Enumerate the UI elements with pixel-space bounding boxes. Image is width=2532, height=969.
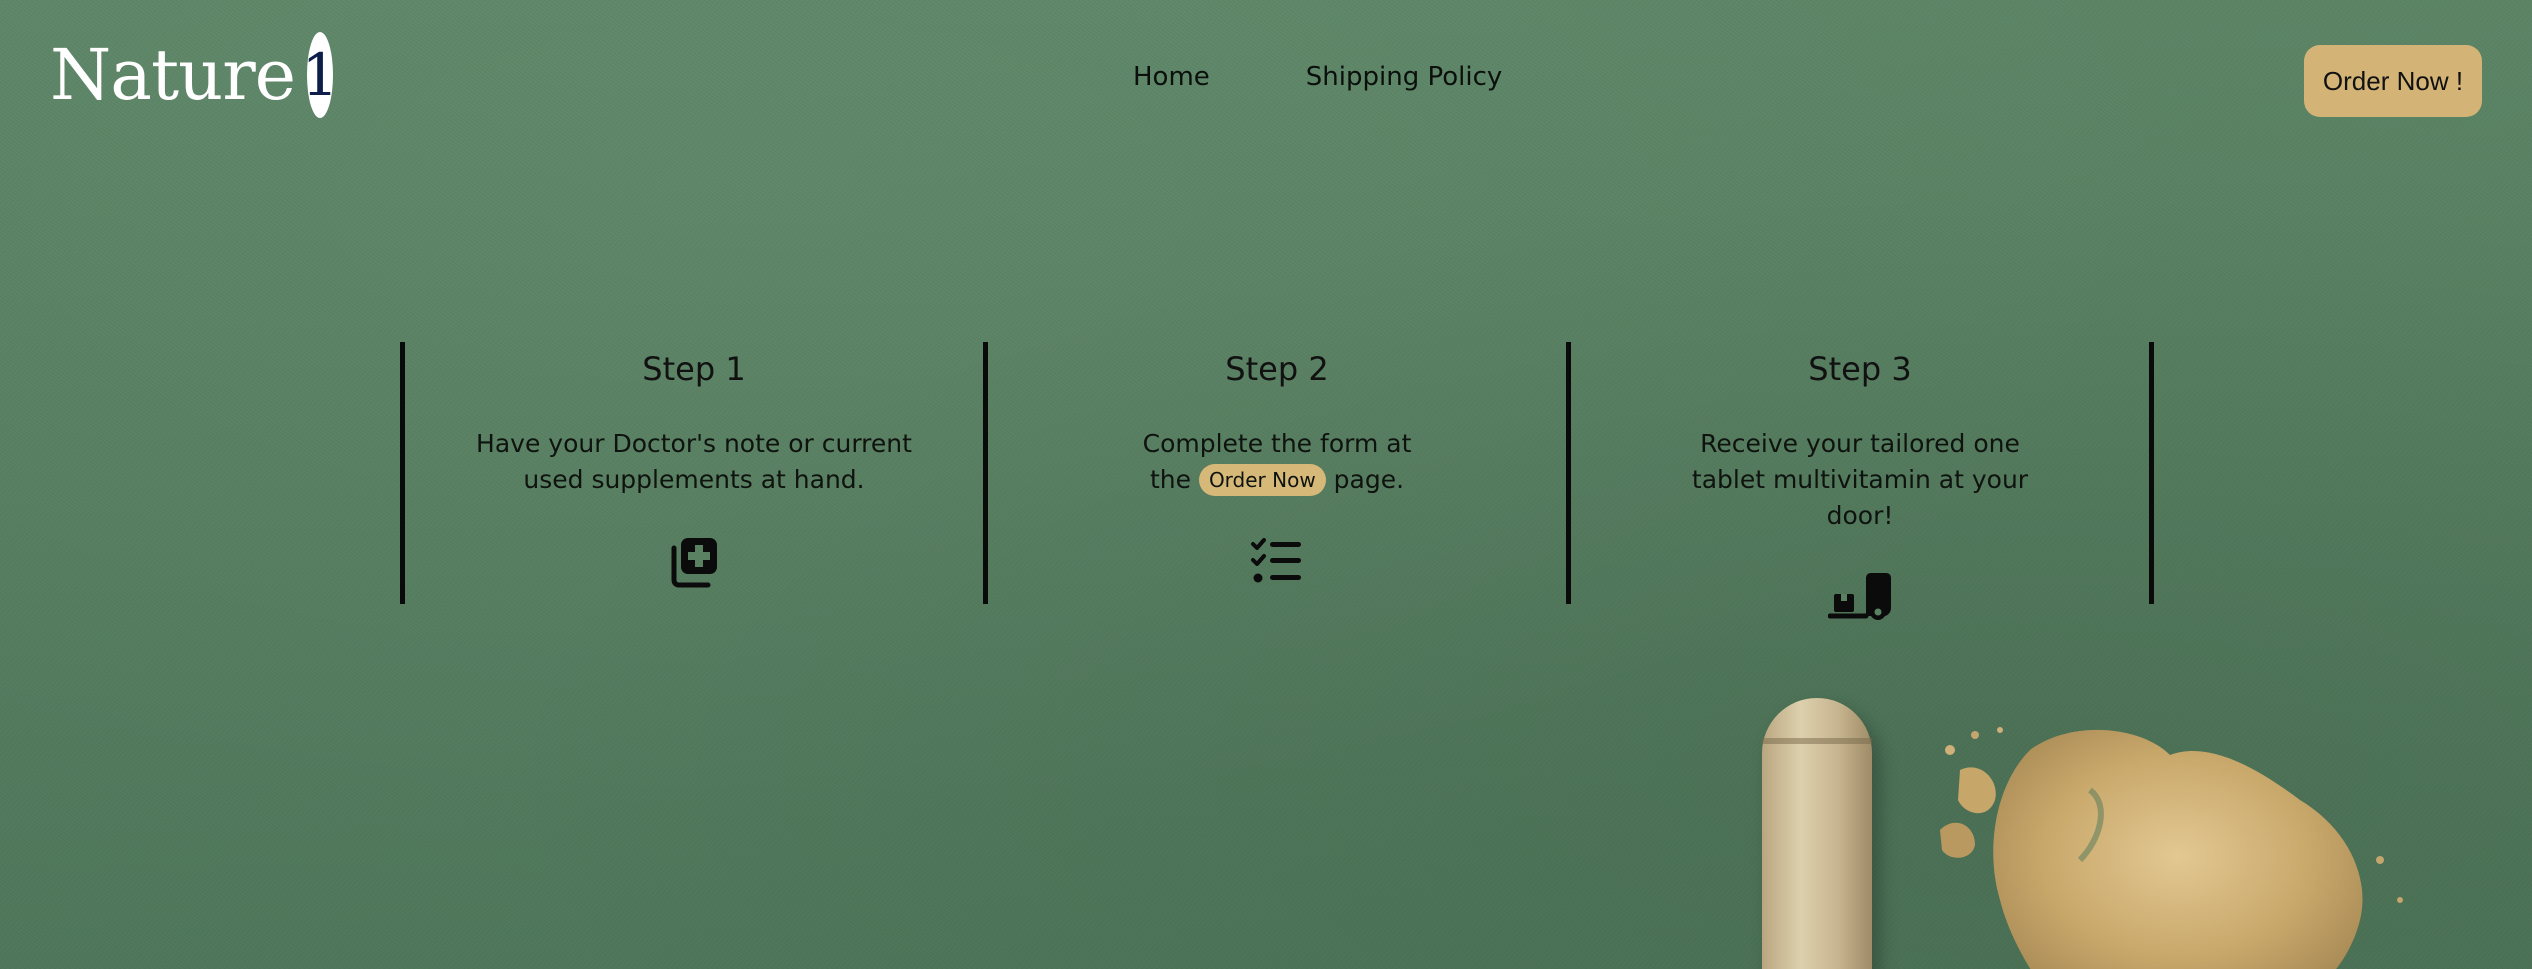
- step-card-2: Step 2 Complete the form at the Order No…: [991, 342, 1563, 588]
- step-title: Step 1: [642, 350, 746, 388]
- main-nav: Home Shipping Policy: [1133, 62, 1502, 92]
- capsule-seam: [1762, 738, 1872, 744]
- order-now-button[interactable]: Order Now !: [2304, 45, 2482, 117]
- steps-section: Step 1 Have your Doctor's note or curren…: [400, 342, 2154, 620]
- nav-link-shipping-policy[interactable]: Shipping Policy: [1306, 62, 1502, 92]
- step-card-1: Step 1 Have your Doctor's note or curren…: [408, 342, 980, 588]
- logo-wordmark: Nature: [50, 34, 296, 116]
- step-description: Receive your tailored one tablet multivi…: [1691, 429, 2029, 530]
- step-title: Step 2: [1225, 350, 1329, 388]
- checklist-icon: [1251, 538, 1301, 583]
- brand-logo[interactable]: Nature 1: [50, 30, 339, 120]
- nav-link-home[interactable]: Home: [1133, 62, 1210, 92]
- step-divider: [1566, 342, 1571, 604]
- step-description: Have your Doctor's note or current used …: [476, 429, 912, 494]
- delivery-dolly-icon: [1828, 573, 1891, 620]
- prescription-copy-icon: [671, 538, 717, 588]
- logo-number-badge: 1: [302, 32, 339, 118]
- step-divider: [983, 342, 988, 604]
- step-description: Complete the form at the Order Now page.: [991, 426, 1563, 498]
- step-divider: [2149, 342, 2154, 604]
- powder-image: [1940, 727, 2403, 969]
- order-now-inline-link[interactable]: Order Now: [1198, 464, 1326, 496]
- step-title: Step 3: [1808, 350, 1912, 388]
- step-card-3: Step 3 Receive your tailored one tablet …: [1574, 342, 2146, 624]
- step-divider: [400, 342, 405, 604]
- step-text-after: page.: [1333, 465, 1405, 494]
